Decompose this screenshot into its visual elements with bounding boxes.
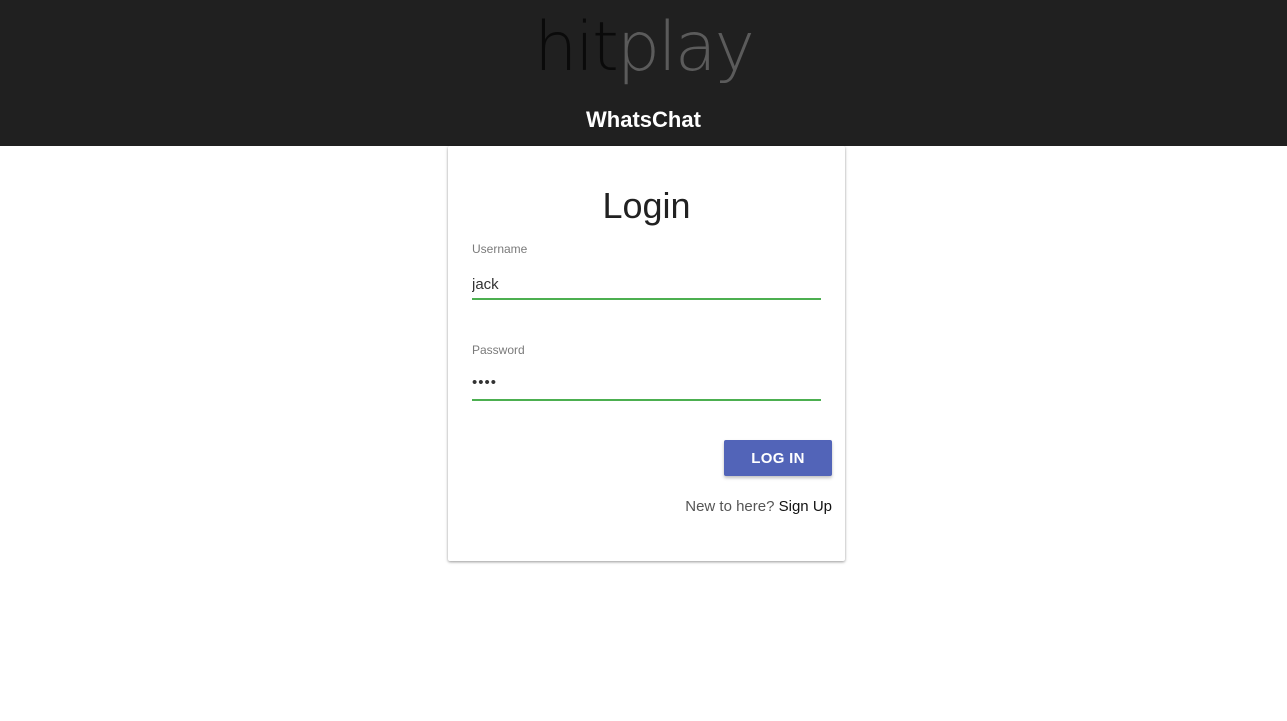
username-label: Username [472,242,528,256]
logo-play-text: play [616,8,755,87]
login-card: Login Username Password •••• LOG IN New … [448,146,845,561]
hitplay-logo: hitplay [0,8,1287,88]
login-title: Login [602,185,691,226]
signup-row: New to here? Sign Up [685,498,832,516]
login-button[interactable]: LOG IN [724,440,832,476]
signup-link[interactable]: Sign Up [779,498,832,515]
app-name: WhatsChat [586,107,701,132]
signup-prompt: New to here? [685,498,775,515]
logo-hit-text: hit [534,8,619,87]
username-input[interactable] [472,270,821,300]
password-label: Password [472,343,525,357]
password-input[interactable]: •••• [472,371,821,401]
app-header: hitplay WhatsChat [0,0,1287,146]
